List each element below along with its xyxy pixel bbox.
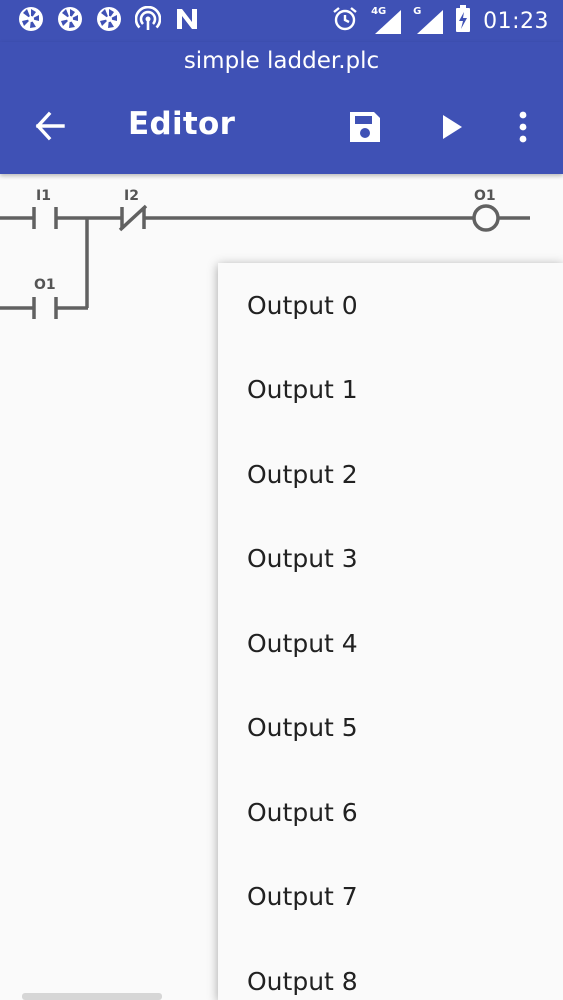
contact-label: I2 [124, 188, 139, 204]
coil-o1[interactable] [472, 204, 500, 232]
signal-icon: 4G [371, 6, 402, 34]
menu-item-output-4[interactable]: Output 4 [218, 601, 563, 686]
clock: 01:23 [483, 8, 549, 34]
status-bar: 4G G 01:23 [0, 0, 563, 42]
menu-item-output-0[interactable]: Output 0 [218, 263, 563, 348]
save-icon [350, 112, 380, 142]
contact-i1[interactable] [32, 207, 58, 229]
menu-item-output-6[interactable]: Output 6 [218, 770, 563, 855]
menu-item-output-2[interactable]: Output 2 [218, 432, 563, 517]
screen-title: Editor [128, 106, 236, 142]
menu-item-label: Output 4 [247, 628, 358, 658]
nfc-icon [174, 6, 200, 37]
run-button[interactable] [428, 104, 474, 150]
play-icon [443, 115, 462, 139]
menu-item-label: Output 5 [247, 713, 358, 743]
back-arrow-icon [35, 111, 65, 141]
system-status: 4G G 01:23 [331, 0, 549, 42]
horizontal-scrollbar[interactable] [22, 993, 162, 1000]
menu-item-label: Output 2 [247, 459, 358, 489]
hotspot-icon [134, 5, 162, 37]
menu-item-output-5[interactable]: Output 5 [218, 686, 563, 771]
coil-label: O1 [474, 188, 496, 204]
shutter-icon [57, 6, 83, 37]
menu-item-output-3[interactable]: Output 3 [218, 517, 563, 602]
menu-item-label: Output 3 [247, 544, 358, 574]
back-button[interactable] [26, 104, 74, 148]
signal-icon: G [413, 6, 444, 34]
notification-icons [18, 0, 200, 42]
contact-label: O1 [34, 277, 56, 293]
contact-i2[interactable] [118, 204, 148, 232]
menu-item-output-7[interactable]: Output 7 [218, 855, 563, 940]
app-bar: simple ladder.plc Editor [0, 42, 563, 174]
menu-item-label: Output 1 [247, 375, 358, 405]
contact-label: I1 [36, 188, 51, 204]
menu-item-output-1[interactable]: Output 1 [218, 348, 563, 433]
menu-item-label: Output 0 [247, 290, 358, 320]
document-title: simple ladder.plc [183, 48, 380, 74]
battery-charging-icon [455, 4, 471, 38]
menu-item-output-8[interactable]: Output 8 [218, 939, 563, 1000]
output-select-menu: Output 0 Output 1 Output 2 Output 3 Outp… [218, 263, 563, 1000]
more-vert-icon [519, 111, 527, 143]
contact-o1[interactable] [32, 297, 58, 319]
menu-item-label: Output 8 [247, 966, 358, 996]
menu-item-label: Output 6 [247, 797, 358, 827]
shutter-icon [18, 6, 44, 37]
alarm-icon [331, 5, 359, 38]
overflow-menu-button[interactable] [500, 104, 546, 150]
menu-item-label: Output 7 [247, 882, 358, 912]
save-button[interactable] [342, 104, 388, 150]
shutter-icon [96, 6, 122, 37]
